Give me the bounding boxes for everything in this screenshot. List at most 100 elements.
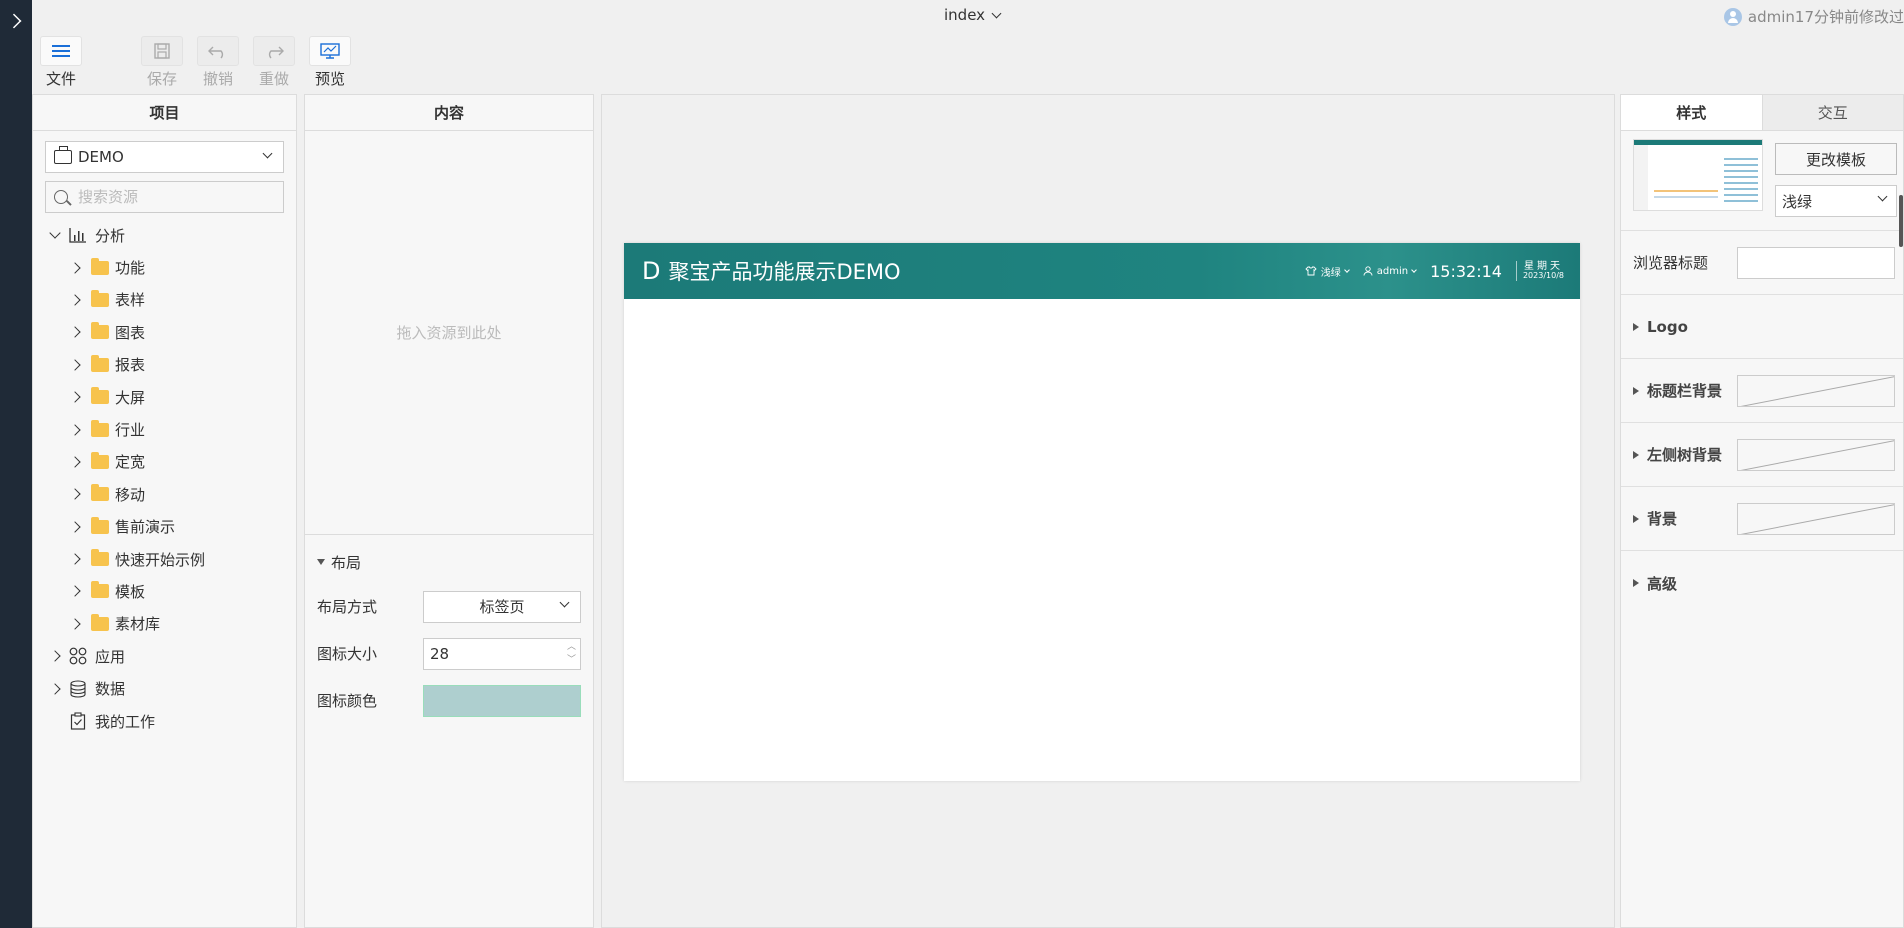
template-thumbnail[interactable] [1633,139,1763,211]
titlebar-bg-section[interactable]: 标题栏背景 [1621,359,1903,423]
tree-item-label: 分析 [95,226,126,245]
tree-item-label: 报表 [115,356,146,375]
tree-item-analysis[interactable]: 分析 [33,219,296,251]
chevron-down-icon[interactable] [49,227,61,239]
chevron-down-icon [1877,191,1888,202]
undo-button[interactable]: 撤销 [195,36,241,89]
icon-size-row: 图标大小 ︿﹀ [317,630,581,677]
tree-item-folder[interactable]: 大屏 [33,381,296,413]
tree-item-folder[interactable]: 移动 [33,478,296,510]
save-icon[interactable] [141,36,183,66]
tab-interaction[interactable]: 交互 [1762,95,1903,130]
search-input[interactable] [78,188,268,206]
icon-size-stepper[interactable]: ︿﹀ [423,637,581,670]
preview-monitor-icon[interactable] [309,36,351,66]
clipboard-check-icon [69,712,87,730]
modified-info: admin17分钟前修改过 [1723,6,1904,27]
chevron-right-icon[interactable] [69,521,81,533]
tree-item-folder[interactable]: 快速开始示例 [33,543,296,575]
chevron-right-icon[interactable] [69,326,81,339]
tree-item-my-work[interactable]: 我的工作 [33,705,296,737]
theme-switch[interactable]: 浅绿 [1305,264,1350,279]
tree-item-folder[interactable]: 表样 [33,284,296,316]
titlebar-bg-picker[interactable] [1737,375,1895,407]
tree-item-folder[interactable]: 报表 [33,349,296,381]
scrollbar[interactable] [1899,195,1903,247]
redo-button[interactable]: 重做 [251,36,297,89]
undo-icon[interactable] [197,36,239,66]
tree-item-label: 行业 [115,421,146,440]
tree-item-label: 素材库 [115,615,161,634]
browser-title-label: 浏览器标题 [1633,254,1709,272]
preview-button[interactable]: 预览 [307,36,353,89]
chevron-right-icon[interactable] [69,359,81,371]
portal-preview[interactable]: D 聚宝产品功能展示DEMO 浅绿 admin 15:32:14 星期天 202… [624,243,1580,781]
user-menu[interactable]: admin [1363,266,1417,277]
tab-style[interactable]: 样式 [1621,95,1763,130]
redo-icon[interactable] [253,36,295,66]
sidebar-toggle-strip[interactable] [0,0,32,928]
chevron-right-icon[interactable] [6,13,22,29]
resource-search[interactable] [45,181,284,213]
tree-item-folder[interactable]: 行业 [33,413,296,445]
resource-drop-zone[interactable]: 拖入资源到此处 [305,131,593,535]
tree-item-label: 大屏 [115,388,146,407]
clock-time: 15:32:14 [1430,261,1502,281]
left-tree-bg-picker[interactable] [1737,439,1895,471]
tree-item-apps[interactable]: 应用 [33,640,296,672]
left-tree-bg-label: 左侧树背景 [1647,446,1723,464]
theme-select-value: 浅绿 [1782,192,1813,211]
content-panel: 内容 拖入资源到此处 布局 布局方式 标签页 图标大小 ︿﹀ 图标颜色 [304,94,594,928]
theme-select[interactable]: 浅绿 [1775,185,1897,217]
folder-icon [91,581,109,599]
tree-item-folder[interactable]: 功能 [33,251,296,283]
tree-item-folder[interactable]: 图表 [33,316,296,348]
advanced-section[interactable]: 高级 [1621,551,1903,615]
file-menu-button[interactable]: 文件 [38,36,84,89]
chevron-right-icon[interactable] [69,618,81,630]
chevron-right-icon[interactable] [49,650,61,662]
search-icon [54,190,68,204]
document-title-dropdown[interactable]: index [944,6,1002,24]
folder-icon [91,549,109,567]
titlebar-bg-label: 标题栏背景 [1647,382,1723,400]
shirt-icon [1305,266,1317,276]
background-picker[interactable] [1737,503,1895,535]
briefcase-icon [54,146,72,164]
tree-item-label: 表样 [115,291,146,310]
project-select[interactable]: DEMO [45,141,284,173]
change-template-button[interactable]: 更改模板 [1775,143,1897,175]
design-canvas: D 聚宝产品功能展示DEMO 浅绿 admin 15:32:14 星期天 202… [601,94,1615,928]
logo-section[interactable]: Logo [1621,295,1903,359]
tree-item-folder[interactable]: 售前演示 [33,511,296,543]
menu-icon[interactable] [40,36,82,66]
tree-item-label: 我的工作 [95,712,156,731]
browser-title-input[interactable] [1737,247,1895,279]
chevron-right-icon[interactable] [69,261,81,274]
chevron-right-icon[interactable] [69,391,81,403]
chevron-right-icon[interactable] [69,585,81,598]
chevron-right-icon[interactable] [49,682,61,695]
tree-item-data[interactable]: 数据 [33,672,296,704]
layout-mode-select[interactable]: 标签页 [423,590,581,623]
left-tree-bg-section[interactable]: 左侧树背景 [1621,423,1903,487]
icon-size-input[interactable] [424,644,554,663]
stepper-arrows-icon[interactable]: ︿ ﹀ [567,641,576,667]
triangle-right-icon [1633,386,1639,395]
tree-item-label: 功能 [115,259,146,278]
save-button[interactable]: 保存 [139,36,185,89]
background-section[interactable]: 背景 [1621,487,1903,551]
layout-section-toggle[interactable]: 布局 [317,541,581,583]
drop-hint: 拖入资源到此处 [396,324,502,342]
icon-color-picker[interactable] [423,684,581,717]
chevron-right-icon[interactable] [69,553,81,565]
tree-item-folder[interactable]: 定宽 [33,446,296,478]
triangle-right-icon [1633,579,1639,587]
chevron-right-icon[interactable] [69,294,81,306]
chevron-right-icon[interactable] [69,456,81,468]
preview-label: 预览 [314,70,345,88]
tree-item-folder[interactable]: 模板 [33,575,296,607]
chevron-right-icon[interactable] [69,423,81,436]
tree-item-folder[interactable]: 素材库 [33,608,296,640]
chevron-right-icon[interactable] [69,488,81,500]
